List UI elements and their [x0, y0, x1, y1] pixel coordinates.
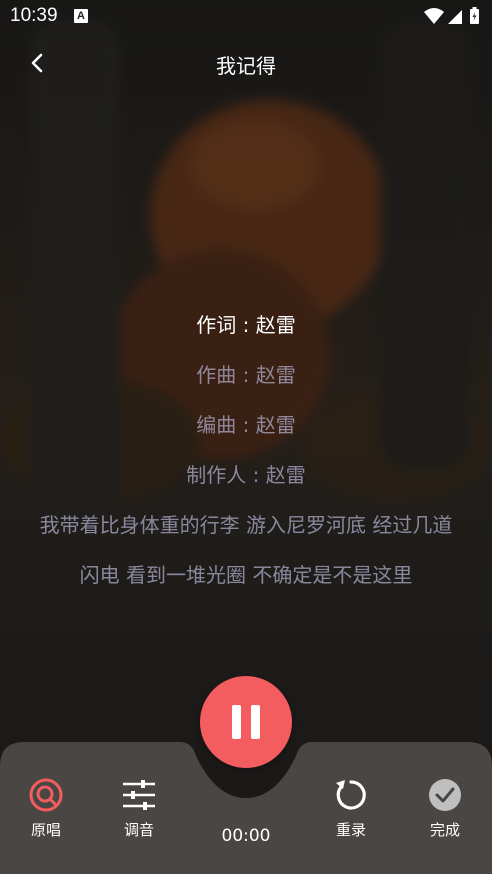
recording-timer: 00:00 [221, 826, 271, 846]
refresh-icon [336, 780, 366, 810]
check-circle-icon [429, 779, 461, 811]
lyric-line: 制作人 : 赵雷 [186, 463, 306, 487]
finish-button[interactable]: 完成 [421, 777, 469, 840]
pause-icon [232, 705, 241, 739]
lyric-line: 作曲 : 赵雷 [196, 363, 296, 387]
wifi-icon [424, 8, 444, 24]
battery-icon [470, 7, 479, 24]
finish-label: 完成 [429, 821, 460, 839]
lyric-line-current: 作词 : 赵雷 [196, 313, 296, 337]
status-time: 10:39 [10, 5, 58, 26]
pause-icon-bar [251, 705, 260, 739]
pause-button[interactable] [200, 676, 292, 768]
rerecord-button[interactable]: 重录 [327, 777, 375, 840]
equalizer-icon [123, 780, 155, 810]
karaoke-recording-screen: 10:39 A 我记得 作词 : 赵雷 作曲 : 赵雷 编曲 : 赵雷 制作人 … [0, 0, 492, 874]
lyrics-panel: 作词 : 赵雷 作曲 : 赵雷 编曲 : 赵雷 制作人 : 赵雷 我带着比身体重… [30, 300, 462, 600]
original-vocal-icon [29, 778, 63, 812]
status-icons [424, 7, 479, 24]
signal-icon [448, 10, 462, 24]
song-title: 我记得 [216, 54, 276, 78]
notification-icon: A [74, 9, 88, 23]
status-bar: 10:39 A [0, 0, 492, 32]
lyric-line: 编曲 : 赵雷 [196, 413, 296, 437]
lyric-line: 我带着比身体重的行李 游入尼罗河底 经过几道闪电 看到一堆光圈 不确定是不是这里 [39, 513, 453, 587]
rerecord-label: 重录 [335, 821, 366, 839]
